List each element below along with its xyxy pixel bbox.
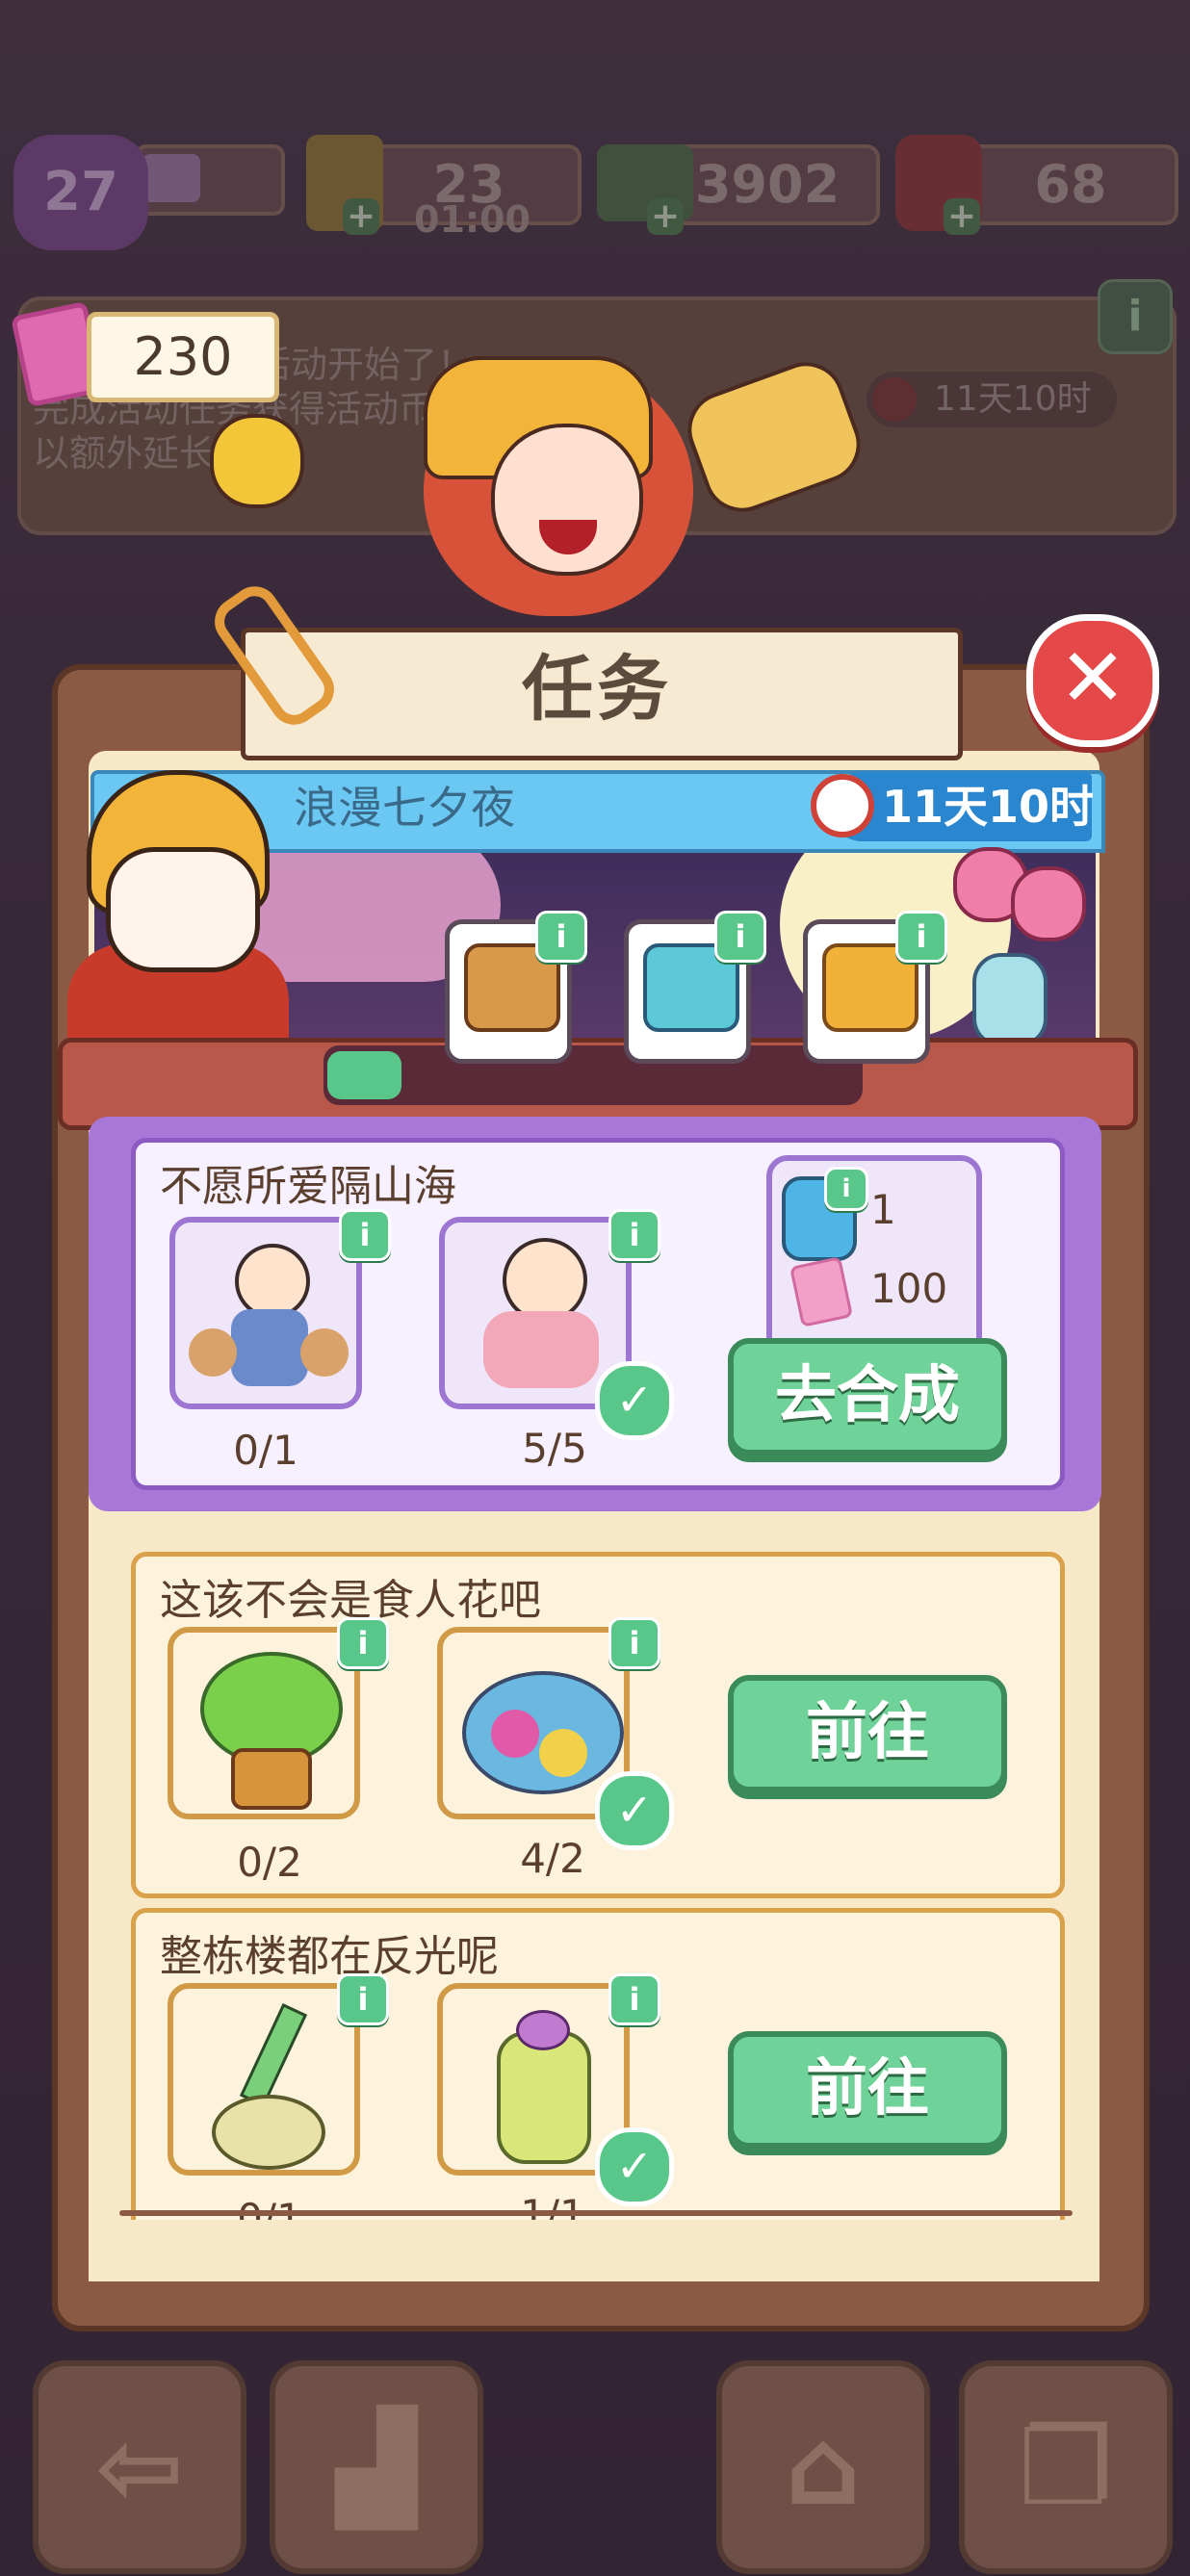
list-scroll-edge (119, 2210, 1073, 2216)
flower-bloom (539, 1729, 587, 1777)
task-item-slot[interactable] (168, 1627, 360, 1819)
item-info-button[interactable]: i (337, 1973, 389, 2025)
rose-icon (1011, 866, 1086, 941)
chest-1-info-button[interactable]: i (535, 911, 587, 963)
clipboard-icon: ❐ (1018, 2406, 1114, 2529)
vase-icon (972, 953, 1048, 1047)
item-info-button[interactable]: i (339, 1209, 391, 1261)
weaver-girl-icon (503, 1238, 587, 1323)
reward-amount: 100 (870, 1265, 948, 1312)
chest-2-info-button[interactable]: i (714, 911, 766, 963)
chick-icon (210, 414, 304, 508)
list-footer-mask (89, 2220, 1099, 2281)
item-info-button[interactable]: i (608, 1617, 660, 1669)
cowherd-body (231, 1309, 308, 1386)
task-item-slot[interactable] (168, 1983, 360, 2176)
flower-basket-icon (462, 1671, 624, 1794)
task-title: 不愿所爱隔山海 (160, 1162, 456, 1211)
reward-info-button[interactable]: i (824, 1167, 868, 1211)
item-count: 5/5 (522, 1425, 587, 1472)
event-progress-track (323, 1045, 863, 1105)
back-button[interactable]: ⇦ (33, 2360, 246, 2574)
item-info-button[interactable]: i (337, 1617, 389, 1669)
leaderboard-button[interactable]: ▟ (270, 2360, 483, 2574)
ticket-counter: 230 (87, 312, 279, 402)
flower-bloom (491, 1710, 539, 1758)
merge-button[interactable]: 去合成 (728, 1338, 1007, 1455)
item-info-button[interactable]: i (608, 1209, 660, 1261)
close-button[interactable]: ✕ (1026, 614, 1159, 747)
hero-face (106, 847, 260, 972)
item-count: 0/2 (237, 1839, 302, 1886)
basket-icon (300, 1328, 349, 1377)
event-progress-fill (327, 1051, 401, 1099)
go-button[interactable]: 前往 (728, 2031, 1007, 2149)
dialog-title: 任务 (522, 648, 672, 731)
basket-icon: ⌂ (785, 2406, 862, 2529)
clock-icon (811, 774, 874, 837)
item-count: 4/2 (520, 1835, 585, 1882)
task-title: 整栋楼都在反光呢 (160, 1932, 499, 1981)
reward-amount: 1 (870, 1186, 896, 1233)
task-board-button[interactable]: ❐ (959, 2360, 1173, 2574)
arrow-left-icon: ⇦ (94, 2406, 185, 2529)
item-count: 0/1 (233, 1427, 298, 1474)
mop-handle (239, 2003, 308, 2107)
detergent-bottle-icon (497, 2031, 591, 2164)
shop-basket-button[interactable]: ⌂ (716, 2360, 930, 2574)
task-item-slot[interactable] (169, 1217, 362, 1409)
event-name: 浪漫七夕夜 (294, 782, 515, 834)
chest-3-info-button[interactable]: i (895, 911, 947, 963)
bottle-cap (516, 2010, 570, 2050)
podium-icon: ▟ (335, 2406, 418, 2529)
go-button[interactable]: 前往 (728, 1675, 1007, 1792)
cowherd-icon (235, 1244, 310, 1319)
weaver-girl-dress (483, 1311, 599, 1388)
item-info-button[interactable]: i (608, 1973, 660, 2025)
mop-icon (212, 2095, 325, 2170)
flower-pot (231, 1748, 312, 1810)
basket-icon (189, 1328, 237, 1377)
event-timer-text: 11天10时 (882, 781, 1095, 833)
